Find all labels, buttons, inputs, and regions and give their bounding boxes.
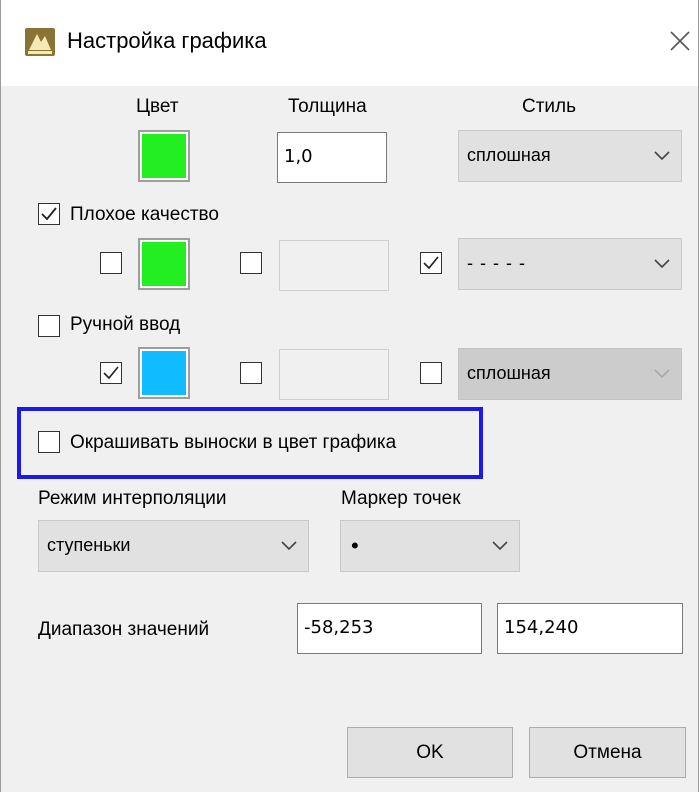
bad-quality-style-value: - - - - - [467, 253, 526, 273]
interpolation-value: ступеньки [47, 535, 131, 555]
dialog-window: Настройка графика Цвет Толщина Стиль 1,0… [0, 0, 699, 792]
range-label: Диапазон значений [38, 619, 210, 640]
app-icon [25, 28, 55, 56]
bad-quality-label: Плохое качество [70, 204, 220, 225]
checkmark-icon [423, 256, 439, 270]
bad-quality-thickness-checkbox[interactable] [240, 252, 262, 274]
manual-input-thickness-input[interactable] [279, 349, 389, 400]
bad-quality-color-fill [142, 242, 186, 286]
style-column-label: Стиль [522, 96, 577, 117]
manual-input-color-checkbox[interactable] [100, 362, 122, 384]
chevron-down-icon [654, 369, 670, 379]
chevron-down-icon [654, 259, 670, 269]
checkmark-icon [41, 207, 57, 221]
interpolation-select[interactable]: ступеньки [38, 520, 309, 572]
marker-value: • [351, 533, 359, 558]
bad-quality-color-checkbox[interactable] [100, 252, 122, 274]
marker-label: Маркер точек [341, 488, 461, 509]
thickness-column-label: Толщина [288, 96, 367, 117]
title-bar: Настройка графика [1, 0, 698, 86]
bad-quality-checkbox[interactable] [38, 203, 60, 225]
close-icon[interactable] [663, 24, 697, 58]
main-color-swatch[interactable] [138, 130, 190, 182]
marker-select[interactable]: • [340, 520, 520, 572]
chevron-down-icon [281, 541, 297, 551]
bad-quality-color-swatch[interactable] [138, 238, 190, 290]
manual-input-color-fill [142, 351, 186, 395]
manual-input-label: Ручной ввод [70, 314, 181, 335]
manual-input-checkbox[interactable] [38, 315, 60, 337]
main-color-fill [142, 134, 186, 178]
bad-quality-thickness-input[interactable] [279, 240, 389, 291]
main-style-value: сплошная [467, 145, 551, 165]
callouts-label: Окрашивать выноски в цвет графика [70, 432, 397, 453]
manual-input-style-checkbox[interactable] [420, 362, 442, 384]
manual-input-style-select[interactable]: сплошная [458, 348, 682, 400]
manual-input-thickness-checkbox[interactable] [240, 362, 262, 384]
interpolation-label: Режим интерполяции [38, 488, 227, 509]
range-min-input[interactable]: -58,253 [297, 603, 482, 654]
checkmark-icon [103, 366, 119, 380]
cancel-button[interactable]: Отмена [529, 727, 686, 778]
main-thickness-input[interactable]: 1,0 [277, 132, 387, 183]
manual-input-color-swatch[interactable] [138, 347, 190, 399]
main-style-select[interactable]: сплошная [458, 130, 682, 182]
bad-quality-style-checkbox[interactable] [420, 252, 442, 274]
chevron-down-icon [654, 151, 670, 161]
manual-input-style-value: сплошная [467, 363, 551, 383]
chevron-down-icon [492, 541, 508, 551]
range-max-input[interactable]: 154,240 [497, 603, 683, 654]
color-column-label: Цвет [136, 96, 179, 117]
ok-button[interactable]: OK [347, 727, 513, 778]
window-title: Настройка графика [67, 28, 267, 53]
callouts-checkbox[interactable] [38, 431, 60, 453]
bad-quality-style-select[interactable]: - - - - - [458, 238, 682, 290]
